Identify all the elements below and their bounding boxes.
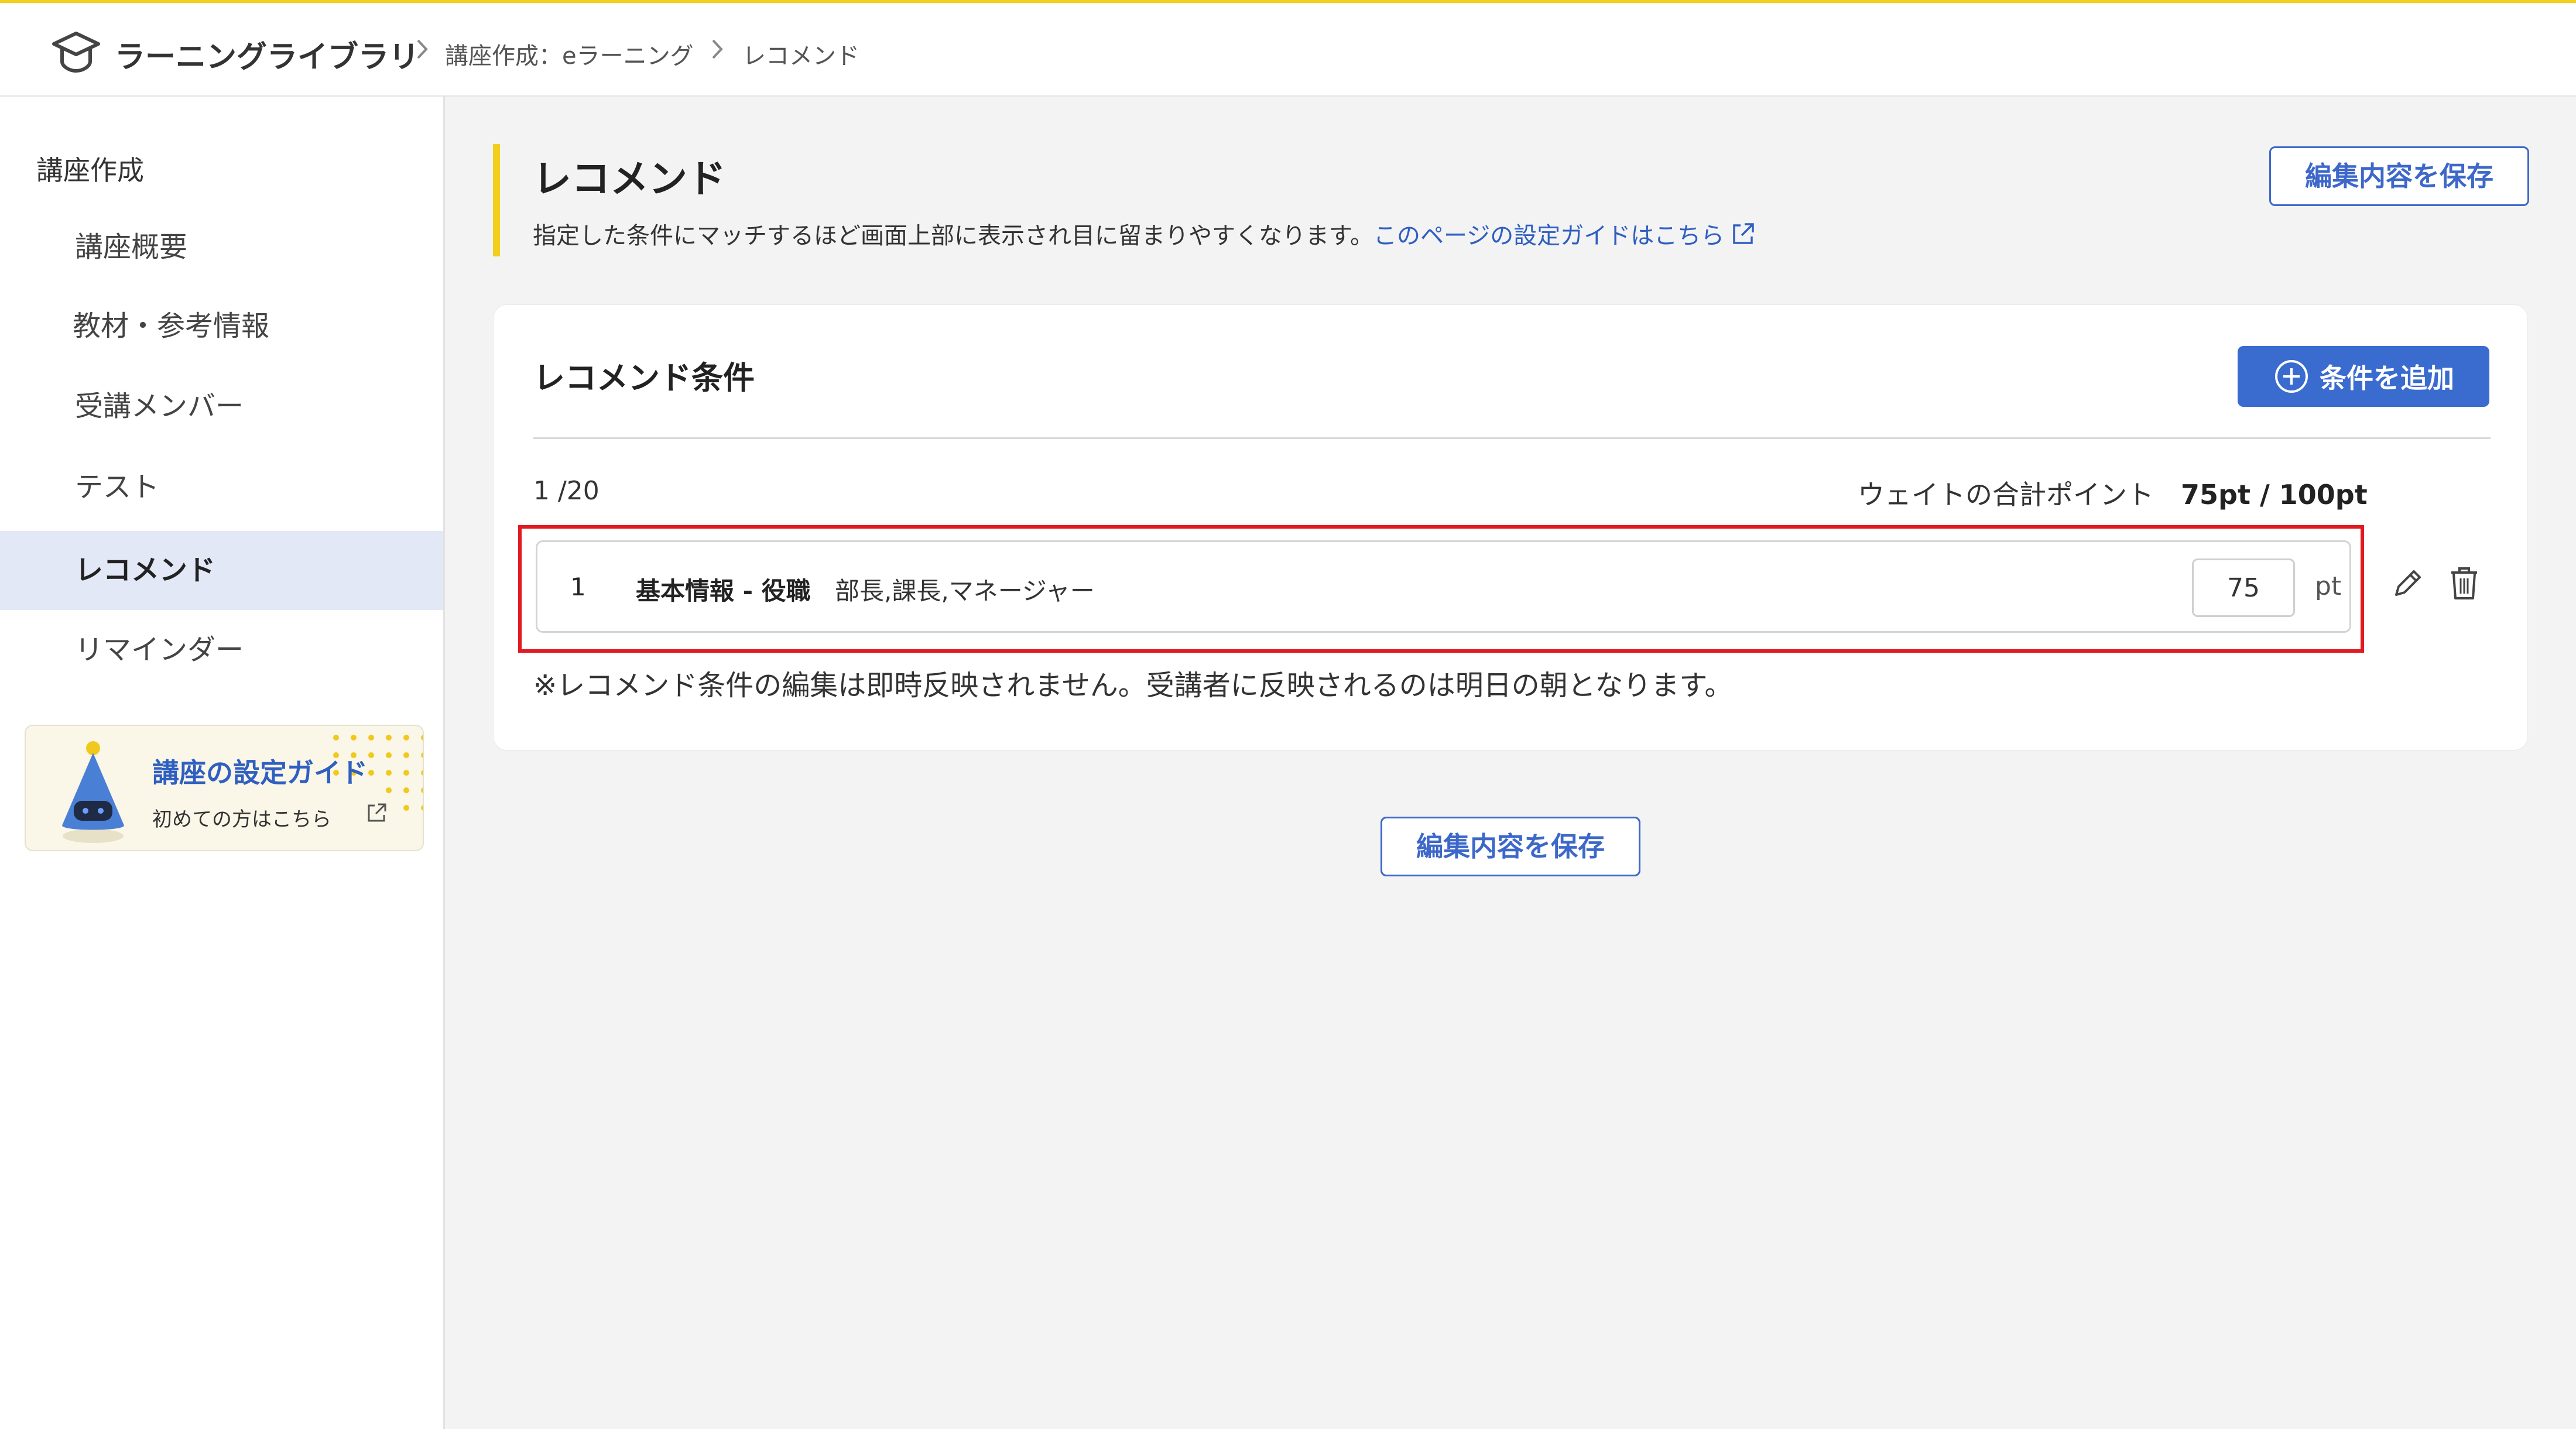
condition-name: 基本情報 - 役職 [636,577,811,605]
description-text: 指定した条件にマッチするほど画面上部に表示され目に留まりやすくなります。 [533,222,1373,249]
setup-guide-card[interactable]: 講座の設定ガイド 初めての方はこちら [25,725,424,851]
weight-total: ウェイトの合計ポイント 75pt / 100pt [1858,474,2368,512]
pencil-icon[interactable] [2389,564,2427,602]
condition-values: 部長,課長,マネージャー [835,577,1095,605]
weight-unit: pt [2315,571,2342,601]
mascot-icon [62,741,124,843]
top-bar: ラーニングライブラリ 講座作成：eラーニング レコメンド [0,0,2576,97]
page-title: レコメンド [533,156,726,201]
sidebar-item-members[interactable]: 受講メンバー [0,367,443,446]
save-button-top[interactable]: 編集内容を保存 [2269,146,2529,206]
breadcrumb-current: レコメンド [742,43,859,70]
add-condition-label: 条件を追加 [2320,362,2454,394]
page-description: 指定した条件にマッチするほど画面上部に表示され目に留まりやすくなります。このペー… [533,217,1757,251]
add-condition-button[interactable]: 条件を追加 [2238,346,2489,407]
header-accent-bar [493,144,500,256]
condition-number: 1 [570,573,586,601]
weight-total-value: 75pt / 100pt [2181,479,2368,510]
guide-subtitle: 初めての方はこちら [152,808,331,831]
recommend-card: レコメンド条件 条件を追加 1 /20 ウェイトの合計ポイント 75pt / 10… [493,304,2528,751]
plus-circle-icon [2275,360,2308,393]
notice-text: ※レコメンド条件の編集は即時反映されません。受講者に反映されるのは明日の朝となり… [533,669,1733,702]
trash-icon[interactable] [2448,564,2481,602]
breadcrumb-course[interactable]: 講座作成：eラーニング [445,37,694,71]
condition-row: 1 基本情報 - 役職 部長,課長,マネージャー pt [536,540,2351,633]
sidebar-section-label: 講座作成 [36,155,144,186]
weight-input[interactable] [2192,558,2295,617]
external-link-icon[interactable] [1730,220,1757,247]
sidebar-item-recommend[interactable]: レコメンド [0,531,443,610]
condition-count: 1 /20 [533,476,600,506]
divider [533,437,2491,439]
sidebar-item-materials[interactable]: 教材・参考情報 [0,287,443,366]
weight-total-label: ウェイトの合計ポイント [1858,479,2154,510]
chevron-right-icon [417,39,428,59]
sidebar-item-test[interactable]: テスト [0,448,443,527]
save-button-bottom[interactable]: 編集内容を保存 [1381,817,1640,876]
guide-link[interactable]: このページの設定ガイドはこちら [1373,222,1724,249]
card-title: レコメンド条件 [533,359,755,396]
graduation-cap-icon [52,32,100,73]
chevron-right-icon [712,39,723,59]
sidebar-item-reminder[interactable]: リマインダー [0,611,443,690]
sidebar-item-overview[interactable]: 講座概要 [0,208,443,287]
external-link-icon [368,803,386,822]
guide-title: 講座の設定ガイド [152,757,368,789]
app-title[interactable]: ラーニングライブラリ [115,32,419,76]
sidebar: 講座作成 講座概要 教材・参考情報 受講メンバー テスト レコメンド リマインダ… [0,97,445,1429]
